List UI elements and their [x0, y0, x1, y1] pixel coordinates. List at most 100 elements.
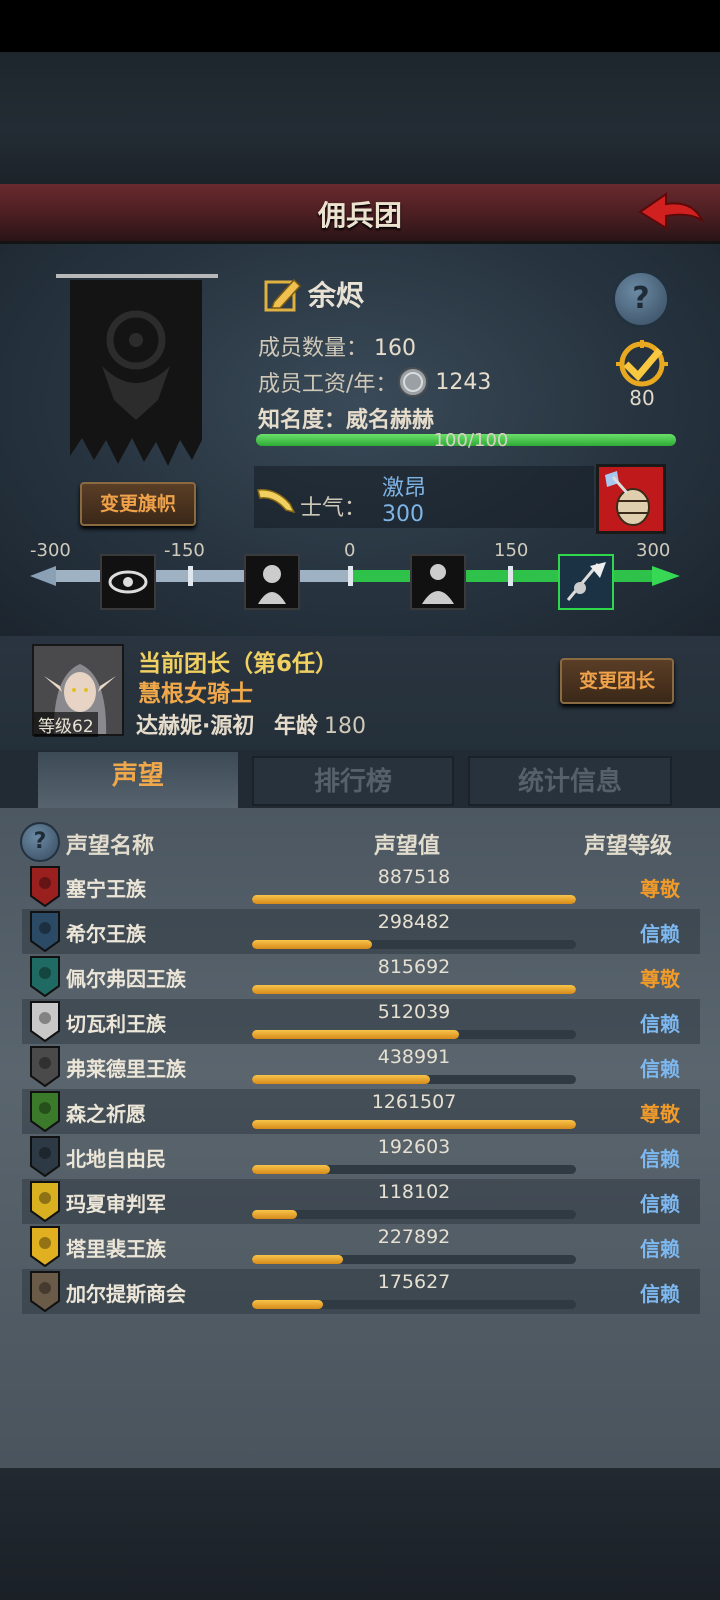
horn-icon [257, 489, 296, 514]
faction-name: 希尔王族 [66, 922, 146, 946]
reputation-bar [252, 895, 576, 904]
reputation-level: 尊敬 [640, 877, 680, 901]
col-level-header: 声望等级 [584, 834, 673, 859]
reputation-bar [252, 1255, 576, 1264]
scale-tick: 150 [494, 540, 529, 561]
reputation-level: 信赖 [640, 1057, 680, 1081]
table-row[interactable]: 塔里裴王族 227892 信赖 [22, 1224, 700, 1269]
leader-level: 等级62 [34, 712, 98, 737]
reputation-bar [252, 1075, 576, 1084]
reputation-bar [252, 1030, 576, 1039]
reputation-value: 298482 [377, 911, 451, 933]
reputation-bar-fill [252, 1165, 330, 1174]
scales-icon [30, 1001, 60, 1043]
faction-name: 森之祈愿 [66, 1102, 146, 1126]
edit-icon[interactable] [264, 276, 302, 312]
heroic-charge-icon[interactable] [558, 554, 614, 610]
despair-icon[interactable] [244, 554, 300, 610]
reputation-value: 118102 [377, 1181, 451, 1203]
fame-progress-text: 100/100 [433, 430, 509, 451]
faction-name: 玛夏审判军 [66, 1192, 166, 1216]
help-button[interactable]: ? [612, 270, 670, 328]
reputation-bar-fill [252, 940, 372, 949]
leader-panel: 等级62 当前团长（第6任） 慧根女骑士 达赫妮·源初 年龄 180 变更团长 [0, 636, 720, 750]
reputation-level: 信赖 [640, 1012, 680, 1036]
reputation-level: 尊敬 [640, 1102, 680, 1126]
reputation-bar-fill [252, 1300, 324, 1309]
reputation-value: 815692 [377, 956, 451, 978]
reputation-bar [252, 1210, 576, 1219]
gold-crown-icon [30, 1226, 60, 1268]
scale-tick: 300 [636, 540, 671, 561]
table-row[interactable]: 佩尔弗因王族 815692 尊敬 [22, 954, 700, 999]
reputation-bar [252, 1165, 576, 1174]
reputation-bar-fill [252, 895, 576, 904]
reputation-help-button[interactable]: ? [20, 822, 60, 862]
members-value: 160 [374, 336, 417, 361]
guild-name: 余烬 [308, 279, 365, 312]
reputation-value: 1261507 [371, 1091, 457, 1113]
reputation-bar-fill [252, 1030, 460, 1039]
tab-bar: 声望 排行榜 统计信息 [0, 750, 720, 808]
reputation-level: 信赖 [640, 922, 680, 946]
table-row[interactable]: 希尔王族 298482 信赖 [22, 909, 700, 954]
table-row[interactable]: 北地自由民 192603 信赖 [22, 1134, 700, 1179]
reputation-bar [252, 1120, 576, 1129]
table-row[interactable]: 弗莱德里王族 438991 信赖 [22, 1044, 700, 1089]
grey-mask-icon [30, 1046, 60, 1088]
table-row[interactable]: 切瓦利王族 512039 信赖 [22, 999, 700, 1044]
title-bar: 佣兵团 [0, 184, 720, 244]
morale-state: 激昂 [382, 476, 427, 501]
members-label: 成员数量： [258, 336, 369, 361]
guild-panel: 变更旗帜 余烬 成员数量： 160 成员工资/年： 1243 知名度：威名赫赫 ?… [0, 244, 720, 636]
reputation-value: 887518 [377, 866, 451, 888]
barrel-icon [605, 471, 650, 526]
reputation-bar-fill [252, 985, 576, 994]
reputation-list: ? 声望名称 声望值 声望等级 塞宁王族 887518 尊敬 希尔王族 298482 信赖… [0, 808, 720, 1468]
guild-banner [56, 274, 218, 466]
calm-icon[interactable] [410, 554, 466, 610]
change-leader-button[interactable]: 变更团长 [560, 658, 674, 704]
reputation-level: 尊敬 [640, 967, 680, 991]
silver-coin-icon [398, 367, 429, 397]
reputation-bar [252, 1300, 576, 1309]
table-row[interactable]: 玛夏审判军 118102 信赖 [22, 1179, 700, 1224]
faction-name: 塔里裴王族 [66, 1237, 166, 1261]
tab-statistics[interactable]: 统计信息 [468, 756, 672, 806]
faction-name: 弗莱德里王族 [66, 1057, 186, 1081]
reputation-bar-fill [252, 1120, 576, 1129]
reputation-value: 192603 [377, 1136, 451, 1158]
guild-name-row: 余烬 [264, 274, 364, 314]
reputation-value: 175627 [377, 1271, 451, 1293]
tree-icon [30, 1091, 60, 1133]
fear-eye-icon[interactable] [100, 554, 156, 610]
tab-reputation[interactable]: 声望 [38, 752, 238, 808]
list-header: ? 声望名称 声望值 声望等级 [0, 818, 720, 868]
axe-horns-icon [30, 1136, 60, 1178]
reputation-level: 信赖 [640, 1237, 680, 1261]
leader-age: 180 [324, 714, 367, 739]
morale-barrel-button[interactable] [596, 464, 666, 534]
reputation-value: 438991 [377, 1046, 451, 1068]
top-background [0, 52, 720, 184]
table-row[interactable]: 森之祈愿 1261507 尊敬 [22, 1089, 700, 1134]
red-crest-icon [30, 866, 60, 908]
reputation-badge[interactable]: 80 [610, 340, 674, 410]
table-row[interactable]: 塞宁王族 887518 尊敬 [22, 864, 700, 909]
table-row[interactable]: 加尔提斯商会 175627 信赖 [22, 1269, 700, 1314]
wage-value: 1243 [435, 369, 492, 395]
status-bar [0, 0, 720, 52]
leader-info: 达赫妮·源初 年龄 180 [136, 708, 366, 740]
leader-class: 慧根女骑士 [138, 681, 253, 707]
back-arrow-icon [638, 192, 705, 230]
back-button[interactable] [636, 190, 706, 238]
teal-castle-icon [30, 956, 60, 998]
page-title: 佣兵团 [317, 199, 402, 232]
scale-tick: -150 [164, 540, 205, 561]
change-banner-button[interactable]: 变更旗帜 [80, 482, 196, 526]
leader-name: 达赫妮·源初 [136, 714, 255, 739]
faction-name: 切瓦利王族 [66, 1012, 166, 1036]
tab-ranking[interactable]: 排行榜 [252, 756, 454, 806]
col-name-header: 声望名称 [66, 834, 155, 859]
reputation-level: 信赖 [640, 1282, 680, 1306]
